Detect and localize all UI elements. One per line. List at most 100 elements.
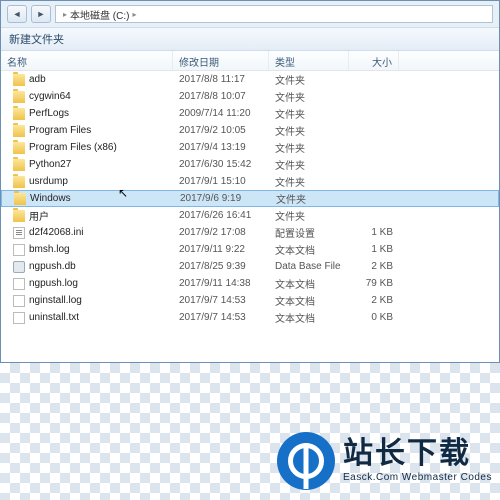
file-date: 2017/9/4 13:19 — [173, 142, 269, 153]
folder-icon — [13, 159, 25, 171]
table-row[interactable]: Windows 2017/9/6 9:19文件夹 — [1, 190, 499, 207]
file-name: ngpush.db — [29, 261, 76, 272]
file-date: 2017/9/7 14:53 — [173, 312, 269, 323]
col-name[interactable]: 名称 — [1, 51, 173, 70]
table-row[interactable]: usrdump 2017/9/1 15:10文件夹 — [1, 173, 499, 190]
table-row[interactable]: ngpush.log 2017/9/11 14:38文本文档79 KB — [1, 275, 499, 292]
table-row[interactable]: adb 2017/8/8 11:17文件夹 — [1, 71, 499, 88]
file-size: 2 KB — [349, 261, 399, 272]
toolbar: 新建文件夹 — [1, 27, 499, 51]
new-folder-button[interactable]: 新建文件夹 — [9, 31, 64, 47]
file-name: PerfLogs — [29, 108, 69, 119]
file-size: 1 KB — [349, 244, 399, 255]
file-icon — [13, 312, 25, 324]
file-name: d2f42068.ini — [29, 227, 84, 238]
file-name: 用户 — [29, 208, 49, 223]
file-icon — [13, 227, 25, 239]
file-size: 79 KB — [349, 278, 399, 289]
folder-icon — [13, 91, 25, 103]
file-name: uninstall.txt — [29, 312, 79, 323]
file-type: 文本文档 — [269, 310, 349, 325]
folder-icon — [13, 74, 25, 86]
file-icon — [13, 261, 25, 273]
folder-icon — [13, 210, 25, 222]
folder-icon — [14, 193, 26, 205]
column-headers: 名称 修改日期 类型 大小 — [1, 51, 499, 71]
brand-logo-icon — [277, 432, 335, 490]
file-size: 0 KB — [349, 312, 399, 323]
file-date: 2017/9/1 15:10 — [173, 176, 269, 187]
folder-icon — [13, 125, 25, 137]
file-name: Program Files — [29, 125, 91, 136]
table-row[interactable]: Program Files (x86) 2017/9/4 13:19文件夹 — [1, 139, 499, 156]
table-row[interactable]: uninstall.txt 2017/9/7 14:53文本文档0 KB — [1, 309, 499, 326]
folder-icon — [13, 176, 25, 188]
file-type: 文本文档 — [269, 293, 349, 308]
file-date: 2017/9/2 10:05 — [173, 125, 269, 136]
folder-icon — [13, 108, 25, 120]
file-icon — [13, 295, 25, 307]
file-type: 文件夹 — [269, 123, 349, 138]
file-size: 2 KB — [349, 295, 399, 306]
file-type: 文件夹 — [269, 157, 349, 172]
col-size[interactable]: 大小 — [349, 51, 399, 70]
table-row[interactable]: 用户 2017/6/26 16:41文件夹 — [1, 207, 499, 224]
file-type: 文件夹 — [269, 174, 349, 189]
col-date[interactable]: 修改日期 — [173, 51, 269, 70]
file-list-pane: 名称 修改日期 类型 大小 adb2017/8/8 11:17文件夹cygwin… — [1, 51, 499, 362]
file-date: 2017/8/8 11:17 — [173, 74, 269, 85]
file-rows: adb2017/8/8 11:17文件夹cygwin642017/8/8 10:… — [1, 71, 499, 362]
address-bar: ◄ ► ▸ 本地磁盘 (C:) ▸ — [1, 1, 499, 27]
file-name: ngpush.log — [29, 278, 78, 289]
file-type: 文件夹 — [269, 140, 349, 155]
file-name: Windows — [30, 193, 71, 204]
breadcrumb-drive: 本地磁盘 (C:) — [70, 7, 129, 22]
table-row[interactable]: Python27 2017/6/30 15:42文件夹 — [1, 156, 499, 173]
file-name: cygwin64 — [29, 91, 71, 102]
table-row[interactable]: cygwin64 2017/8/8 10:07文件夹 — [1, 88, 499, 105]
file-name: usrdump — [29, 176, 68, 187]
file-name: Python27 — [29, 159, 71, 170]
file-icon — [13, 244, 25, 256]
table-row[interactable]: PerfLogs2009/7/14 11:20文件夹 — [1, 105, 499, 122]
file-type: 文件夹 — [269, 72, 349, 87]
col-type[interactable]: 类型 — [269, 51, 349, 70]
back-button[interactable]: ◄ — [7, 5, 27, 23]
file-date: 2017/9/11 9:22 — [173, 244, 269, 255]
file-name: bmsh.log — [29, 244, 70, 255]
file-type: 文本文档 — [269, 276, 349, 291]
file-type: 文本文档 — [269, 242, 349, 257]
table-row[interactable]: nginstall.log 2017/9/7 14:53文本文档2 KB — [1, 292, 499, 309]
file-type: 文件夹 — [270, 191, 350, 206]
brand-watermark: 站长下载 Easck.Com Webmaster Codes — [277, 432, 492, 490]
brand-en-text: Easck.Com Webmaster Codes — [343, 472, 492, 483]
brand-cn-text: 站长下载 — [343, 439, 492, 469]
file-date: 2017/6/26 16:41 — [173, 210, 269, 221]
file-type: Data Base File — [269, 261, 349, 272]
file-name: adb — [29, 74, 46, 85]
explorer-window: ◄ ► ▸ 本地磁盘 (C:) ▸ 新建文件夹 名称 修改日期 类型 大小 ad… — [0, 0, 500, 363]
file-type: 文件夹 — [269, 89, 349, 104]
file-type: 文件夹 — [269, 106, 349, 121]
file-date: 2017/9/6 9:19 — [174, 193, 270, 204]
file-name: Program Files (x86) — [29, 142, 117, 153]
file-size: 1 KB — [349, 227, 399, 238]
file-name: nginstall.log — [29, 295, 82, 306]
file-date: 2017/9/11 14:38 — [173, 278, 269, 289]
table-row[interactable]: d2f42068.ini 2017/9/2 17:08配置设置1 KB — [1, 224, 499, 241]
file-date: 2017/9/2 17:08 — [173, 227, 269, 238]
table-row[interactable]: Program Files 2017/9/2 10:05文件夹 — [1, 122, 499, 139]
file-date: 2017/8/8 10:07 — [173, 91, 269, 102]
breadcrumb[interactable]: ▸ 本地磁盘 (C:) ▸ — [55, 5, 493, 23]
file-date: 2017/6/30 15:42 — [173, 159, 269, 170]
file-icon — [13, 278, 25, 290]
table-row[interactable]: ngpush.db 2017/8/25 9:39Data Base File2 K… — [1, 258, 499, 275]
table-row[interactable]: bmsh.log 2017/9/11 9:22文本文档1 KB — [1, 241, 499, 258]
file-date: 2017/8/25 9:39 — [173, 261, 269, 272]
folder-icon — [13, 142, 25, 154]
chevron-icon: ▸ — [132, 10, 136, 19]
file-date: 2017/9/7 14:53 — [173, 295, 269, 306]
file-type: 配置设置 — [269, 225, 349, 240]
file-type: 文件夹 — [269, 208, 349, 223]
forward-button[interactable]: ► — [31, 5, 51, 23]
